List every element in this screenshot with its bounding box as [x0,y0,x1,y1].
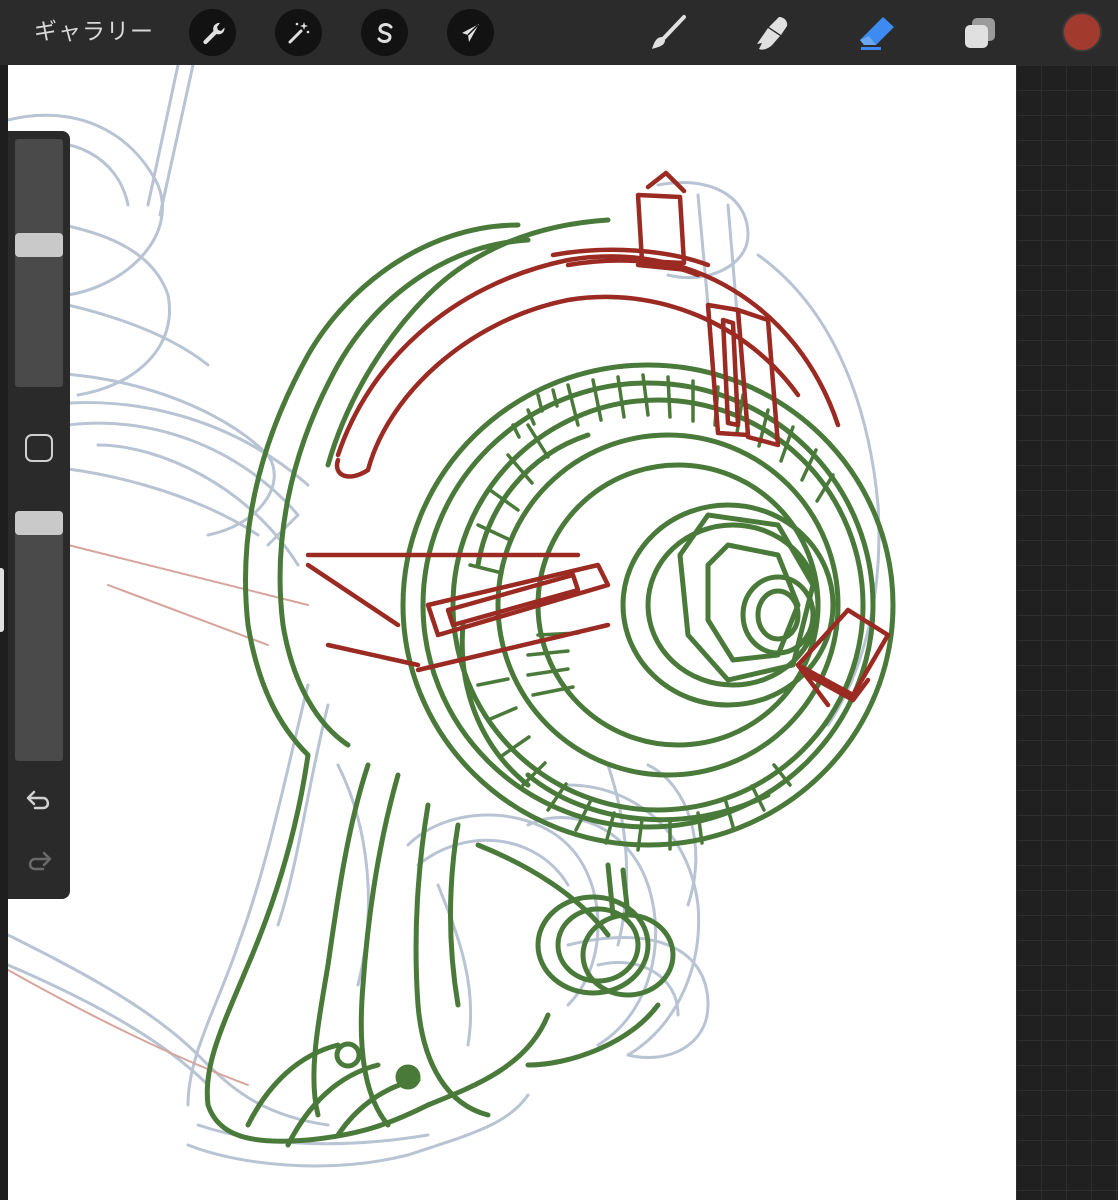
magic-wand-icon[interactable] [275,9,322,56]
left-edge [0,65,8,1200]
drawing-canvas[interactable] [8,65,1016,1200]
arrow-cursor-icon[interactable] [447,9,494,56]
top-toolbar: ギャラリー [0,0,1118,65]
layers-icon[interactable] [956,9,1004,57]
undo-arrow-icon[interactable] [23,784,55,816]
redo-arrow-icon[interactable] [23,845,55,877]
square-modify-icon[interactable] [25,434,53,462]
brush-size-thumb[interactable] [15,233,63,258]
opacity-thumb[interactable] [15,511,63,535]
workspace-grid [1016,65,1118,1200]
sketch-layer [8,65,881,1168]
side-toolbar [8,131,70,899]
brush-size-slider[interactable] [15,139,63,387]
sidebar-handle[interactable] [0,568,4,632]
opacity-slider[interactable] [15,511,63,761]
brush-icon[interactable] [644,9,692,57]
green-lineart-layer [204,217,896,1148]
wrench-icon[interactable] [189,9,236,56]
drawing-artwork [8,65,896,1168]
color-swatch[interactable] [1062,12,1102,52]
smudge-icon[interactable] [747,9,795,57]
eraser-icon[interactable] [853,9,901,57]
gallery-button[interactable]: ギャラリー [34,14,154,50]
selection-s-icon[interactable] [361,9,408,56]
